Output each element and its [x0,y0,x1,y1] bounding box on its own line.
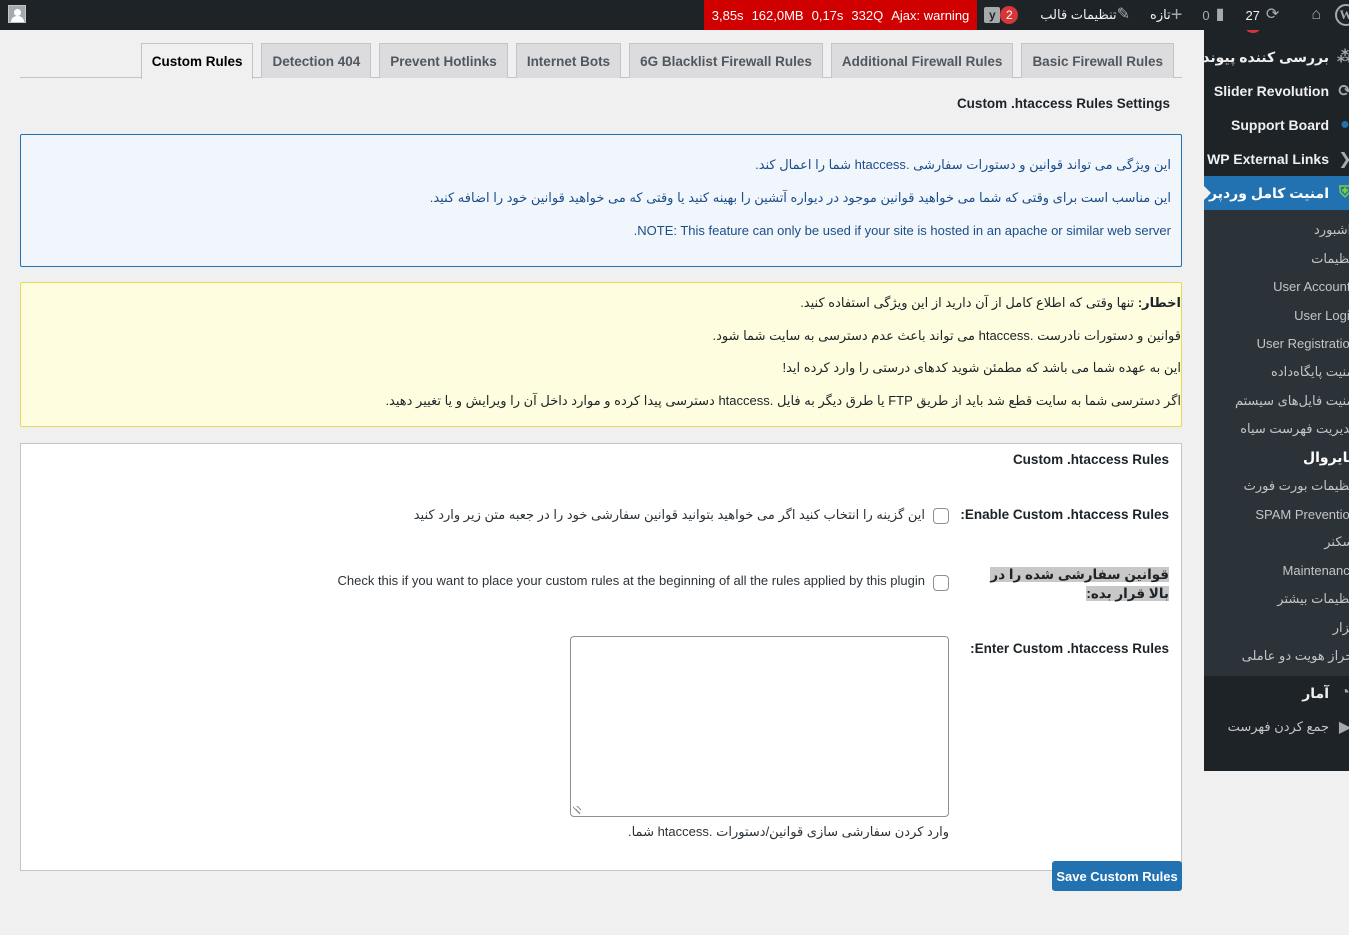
enable-custom-rules-label: Enable Custom .htaccess Rules: [960,507,1169,522]
tab-6g-blacklist-firewall-rules[interactable]: 6G Blacklist Firewall Rules [629,43,823,78]
ajax-status: Ajax: warning [891,7,970,23]
submenu-item[interactable]: Maintenance [1204,557,1349,585]
collapse-menu-button[interactable]: ▶ جمع کردن فهرست [1204,710,1349,744]
enter-custom-rules-label: Enter Custom .htaccess Rules: [970,641,1169,656]
tab-detection-404[interactable]: Detection 404 [261,43,372,78]
submenu-item[interactable]: User Accounts [1204,273,1349,301]
submenu-item[interactable]: امنیت فایل‌های سیستم [1204,386,1349,414]
shield-icon: ⛨ [1339,184,1349,201]
submenu-item[interactable]: امنیت پایگاه‌داده [1204,358,1349,386]
sidebar-item-label: امنیت کامل وردپرس [1204,184,1329,201]
link-checker-icon: ⁂ [1335,47,1349,67]
submenu-item[interactable]: تنظیمات [1204,244,1349,272]
submenu-item[interactable]: ابزار [1204,613,1349,641]
submenu-item[interactable]: User Registration [1204,330,1349,358]
tab-prevent-hotlinks[interactable]: Prevent Hotlinks [379,43,508,78]
theme-settings-label: تنظیمات قالب [1040,7,1117,22]
firewall-tabs: Basic Firewall Rules Additional Firewall… [20,43,1182,79]
section-title: Custom .htaccess Rules Settings [956,96,1170,111]
comments-count: 0 [1202,7,1210,23]
admin-sidebar: ⁂ بررسی کننده پیوند ⟳ Slider Revolution … [1204,30,1349,771]
warning-line: اگر دسترسی شما به سایت قطع شد باید از طر… [385,392,1181,408]
sidebar-item-label: جمع کردن فهرست [1227,719,1329,735]
sidebar-item-label: آمار [1302,684,1329,701]
comments-link[interactable]: 0 ▮ [1195,0,1231,30]
submenu-item-firewall[interactable]: فایروال [1204,443,1349,471]
db-time: 0,17s [811,7,844,23]
theme-settings-link[interactable]: تنظیمات قالب ✎ [1033,0,1143,30]
sidebar-item-all-in-one-security[interactable]: ⛨ امنیت کامل وردپرس [1204,176,1349,210]
avatar-icon[interactable] [8,5,26,23]
collapse-icon: ▶ [1338,719,1349,737]
tab-custom-rules[interactable]: Custom Rules [140,43,254,79]
sidebar-item-label: WP External Links [1207,151,1329,167]
tab-additional-firewall-rules[interactable]: Additional Firewall Rules [830,43,1014,78]
yoast-menu[interactable]: y 2 [977,0,1033,30]
sidebar-item-link-checker[interactable]: ⁂ بررسی کننده پیوند [1204,40,1349,74]
wordpress-logo-icon: W [1335,4,1349,26]
sidebar-item-label: بررسی کننده پیوند [1204,48,1329,65]
tab-basic-firewall-rules[interactable]: Basic Firewall Rules [1021,43,1174,78]
custom-rules-description: وارد کردن سفارشی سازی قوانین/دستورات .ht… [627,824,949,839]
updates-count: 27 [1245,7,1260,23]
stats-icon: ◔ [1340,684,1349,702]
enable-custom-rules-description: این گزینه را انتخاب کنید اگر می خواهید ب… [413,507,925,522]
submenu-item[interactable]: SPAM Prevention [1204,500,1349,528]
submenu-item[interactable]: تنظیمات بیشتر [1204,585,1349,613]
brush-icon: ✎ [1116,6,1131,23]
query-monitor-stats[interactable]: 3,85s 162,0MB 0,17s 332Q Ajax: warning [703,0,978,30]
main-content: Basic Firewall Rules Additional Firewall… [0,30,1204,935]
resize-handle[interactable] [573,806,581,814]
info-line: NOTE: This feature can only be used if y… [633,223,1171,238]
plus-icon: + [1170,4,1183,26]
new-label: تازه [1150,7,1171,22]
sidebar-item-label: Slider Revolution [1213,83,1329,99]
submenu-item[interactable]: تنظیمات بورت فورث [1204,472,1349,500]
memory-usage: 162,0MB [751,7,804,23]
sidebar-item-wp-external-links[interactable]: ❮ WP External Links [1204,142,1349,176]
place-rules-top-checkbox[interactable] [933,575,949,591]
updates-link[interactable]: 27 ⟳ [1231,0,1286,30]
db-queries: 332Q [851,7,884,23]
comment-icon: ▮ [1215,6,1225,23]
refresh-icon: ⟳ [1265,6,1280,23]
info-line: این ویژگی می تواند قوانین و دستورات سفار… [755,157,1171,172]
submenu-item[interactable]: اسکنر [1204,528,1349,556]
warning-notice: اخطار: تنها وقتی که اطلاع کامل از آن دار… [20,282,1182,427]
admin-bar: W ⌂ 27 ⟳ 0 ▮ تازه + تنظیمات قالب ✎ y 2 3… [0,0,1349,30]
warning-line: این به عهده شما می باشد که مطمئن شوید کد… [782,360,1182,375]
submenu-item[interactable]: احراز هویت دو عاملی [1204,642,1349,670]
tab-internet-bots[interactable]: Internet Bots [515,43,622,78]
warning-label: اخطار: [1137,295,1181,310]
sidebar-item-slider-revolution[interactable]: ⟳ Slider Revolution [1204,74,1349,108]
panel-title: Custom .htaccess Rules [1012,452,1169,467]
wp-logo-menu[interactable]: W [1328,0,1349,30]
warning-line: قوانین و دستورات نادرست .htaccess می توا… [712,327,1181,343]
new-content-menu[interactable]: تازه + [1143,0,1195,30]
info-notice: این ویژگی می تواند قوانین و دستورات سفار… [20,134,1182,267]
info-line: این مناسب است برای وقتی که شما می خواهید… [429,190,1171,205]
sidebar-item-label: Support Board [1231,117,1329,133]
custom-rules-textarea[interactable] [570,636,949,817]
yoast-icon: y [984,7,1001,23]
submenu-item[interactable]: مدیریت فهرست سیاه [1204,415,1349,443]
chat-bubble-icon: ● [1340,116,1349,133]
slider-revolution-icon: ⟳ [1338,83,1349,100]
warning-line: تنها وقتی که اطلاع کامل از آن دارید از ا… [800,295,1135,310]
sidebar-item-stats[interactable]: ◔ آمار [1204,676,1349,710]
place-rules-top-description: Check this if you want to place your cus… [337,573,925,588]
custom-rules-panel: Custom .htaccess Rules Enable Custom .ht… [20,443,1182,871]
submenu-item[interactable]: User Login [1204,301,1349,329]
page-time: 3,85s [711,7,744,23]
submenu-item[interactable]: داشبورد [1204,216,1349,244]
site-home-link[interactable]: ⌂ [1304,0,1328,30]
security-submenu: داشبورد تنظیمات User Accounts User Login… [1204,210,1349,677]
home-icon: ⌂ [1311,6,1321,23]
yoast-notification-badge: 2 [1000,6,1019,24]
sidebar-item-support-board[interactable]: ● Support Board [1204,108,1349,142]
save-custom-rules-button[interactable]: Save Custom Rules [1052,861,1182,891]
external-links-icon: ❮ [1335,149,1349,169]
place-rules-top-label: قوانین سفارشی شده را در بالا قرار بده: [990,567,1169,601]
enable-custom-rules-checkbox[interactable] [933,508,949,524]
